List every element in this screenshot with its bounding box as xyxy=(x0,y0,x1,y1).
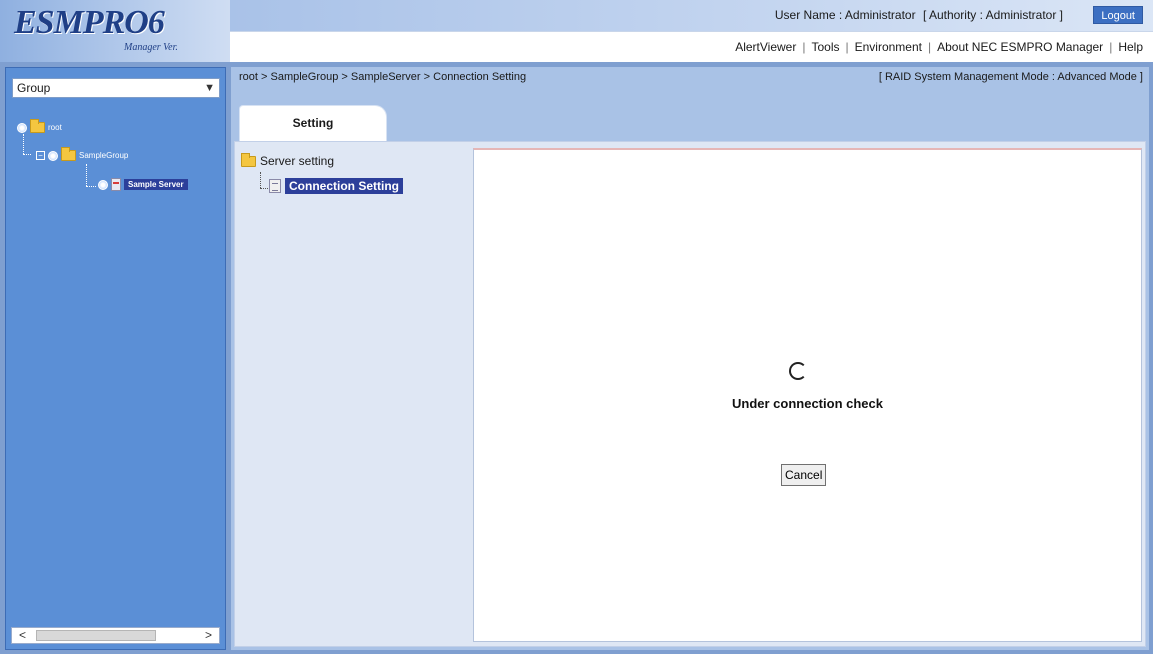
logo-subtitle: Manager Ver. xyxy=(124,42,178,53)
server-setting-label: Server setting xyxy=(260,154,335,168)
authority-label: [ Authority : Administrator ] xyxy=(922,8,1063,22)
loading-spinner-icon xyxy=(789,362,807,380)
group-tree-panel: Group ▼ root − SampleGroup Sample Server… xyxy=(5,67,226,650)
tree-node-sampleserver-label: Sample Server xyxy=(124,179,188,190)
tree-connector xyxy=(23,154,31,155)
tree-node-samplegroup[interactable]: − SampleGroup xyxy=(36,147,129,161)
menu-help[interactable]: Help xyxy=(1118,40,1143,54)
logo-text: ESMPRO6 xyxy=(14,4,165,41)
tree-connector xyxy=(23,134,24,154)
chevron-down-icon: ▼ xyxy=(204,82,215,94)
user-info: User Name : Administrator [ Authority : … xyxy=(775,8,1063,22)
node-status-icon xyxy=(98,179,108,190)
content-panel: Server setting Connection Setting Under … xyxy=(234,141,1146,647)
tab-setting[interactable]: Setting xyxy=(239,105,387,141)
logout-button[interactable]: Logout xyxy=(1093,6,1143,24)
settings-tree: Server setting Connection Setting xyxy=(235,142,473,646)
folder-icon xyxy=(30,119,45,133)
scroll-thumb[interactable] xyxy=(36,630,156,641)
user-name-label: User Name : Administrator xyxy=(774,8,916,22)
connection-check-pane: Under connection check Cancel xyxy=(473,148,1142,642)
connection-setting-label: Connection Setting xyxy=(285,178,403,194)
tree-connector xyxy=(260,188,268,189)
tree-node-root[interactable]: root xyxy=(17,119,62,133)
esmpro-logo: ESMPRO6 Manager Ver. xyxy=(14,4,224,56)
tree-connector xyxy=(260,172,261,188)
folder-icon xyxy=(61,147,76,161)
tree-node-root-label: root xyxy=(48,123,62,132)
document-icon xyxy=(269,179,281,193)
menu-about[interactable]: About NEC ESMPRO Manager xyxy=(937,40,1103,54)
tree-node-samplegroup-label: SampleGroup xyxy=(79,151,129,160)
collapse-icon[interactable]: − xyxy=(36,151,45,160)
cancel-button[interactable]: Cancel xyxy=(781,464,827,486)
top-menu: AlertViewer | Tools | Environment | About NEC … xyxy=(735,40,1143,54)
group-select[interactable]: Group ▼ xyxy=(12,78,220,98)
folder-icon xyxy=(241,152,256,167)
raid-mode-label: [ RAID System Management Mode : Advanced… xyxy=(878,71,1143,83)
scroll-right-button[interactable]: > xyxy=(200,628,217,643)
menu-environment[interactable]: Environment xyxy=(855,40,922,54)
app-header: ESMPRO6 Manager Ver. User Name : Adminis… xyxy=(0,0,1153,62)
menu-alertviewer[interactable]: AlertViewer xyxy=(735,40,796,54)
tree-connector xyxy=(86,164,87,186)
server-icon xyxy=(111,178,121,191)
tree-connector xyxy=(86,186,96,187)
group-select-value: Group xyxy=(17,81,51,95)
horizontal-scrollbar[interactable]: < > xyxy=(11,627,220,644)
status-text: Under connection check xyxy=(732,396,883,411)
node-status-icon xyxy=(17,122,27,133)
breadcrumb: root > SampleGroup > SampleServer > Conn… xyxy=(239,71,527,83)
settings-tree-connection-setting[interactable]: Connection Setting xyxy=(269,178,403,194)
main-area: root > SampleGroup > SampleServer > Conn… xyxy=(231,67,1149,650)
tree-node-sampleserver[interactable]: Sample Server xyxy=(98,178,188,191)
node-status-icon xyxy=(48,150,58,161)
scroll-left-button[interactable]: < xyxy=(14,628,31,643)
menu-tools[interactable]: Tools xyxy=(811,40,839,54)
settings-tree-server-setting[interactable]: Server setting xyxy=(241,152,335,168)
